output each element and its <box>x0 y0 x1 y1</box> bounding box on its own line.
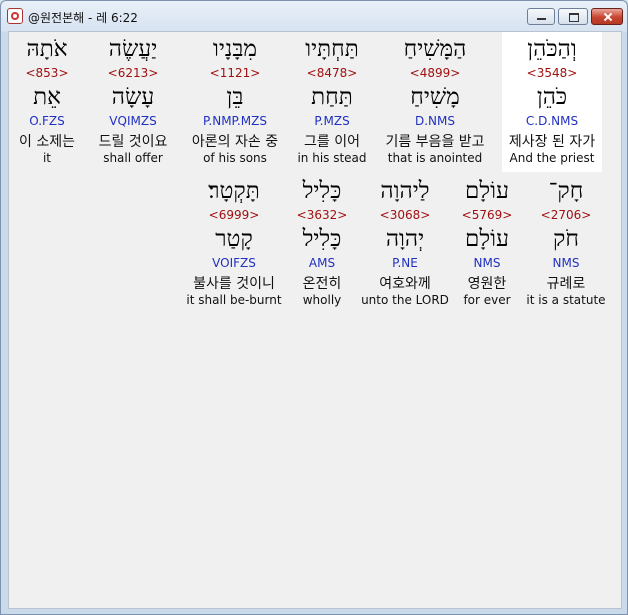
parsing-code: VQIMZS <box>109 114 157 128</box>
word-cell[interactable]: וְהַכֹּהֵן <3548> כֹּהֵן C.D.NMS 제사장 된 자… <box>502 32 602 172</box>
strong-number[interactable]: <3632> <box>272 208 372 222</box>
korean-gloss: 제사장 된 자가 <box>508 134 596 150</box>
app-window: @원전본해 - 레 6:22 וְהַכֹּהֵן <3548> כֹּהֵן … <box>0 0 628 615</box>
interlinear-panel: וְהַכֹּהֵן <3548> כֹּהֵן C.D.NMS 제사장 된 자… <box>8 31 622 609</box>
hebrew-root: כֹּהֵן <box>536 84 568 110</box>
app-icon[interactable] <box>7 8 23 24</box>
hebrew-word: תַּחְתָּיו <box>305 36 359 62</box>
strong-number[interactable]: <853> <box>1 66 97 80</box>
hebrew-root: קָטַר <box>215 226 253 252</box>
title-bar[interactable]: @원전본해 - 레 6:22 <box>1 1 627 31</box>
hebrew-word: הַמָּשִׁיחַ <box>403 36 467 62</box>
window-title: @원전본해 - 레 6:22 <box>28 11 138 25</box>
parsing-code: D.NMS <box>414 114 455 128</box>
english-gloss: of his sons <box>203 151 267 165</box>
korean-gloss: 이 소제는 <box>19 134 75 150</box>
hebrew-root: אֵת <box>33 84 61 110</box>
word-cell[interactable]: הַמָּשִׁיחַ <4899> מָשִׁיחַ D.NMS 기름 부음을… <box>385 32 485 172</box>
hebrew-word: אֹתָהּ <box>26 36 68 62</box>
hebrew-root: בֵּן <box>226 84 244 110</box>
strong-number[interactable]: <4899> <box>385 66 485 80</box>
korean-gloss: 아론의 자손 중 <box>191 134 279 150</box>
hebrew-word: כָּלִיל <box>302 178 342 204</box>
word-cell[interactable]: תָּקְטָר׃ <6999> קָטַר VOIFZS 불사를 것이니 it… <box>184 174 284 314</box>
english-gloss: that is anointed <box>387 151 483 165</box>
hebrew-word: יַעֲשֶׂה <box>108 36 158 62</box>
parsing-code: O.FZS <box>29 114 65 128</box>
english-gloss: it <box>42 151 52 165</box>
hebrew-word: מִבָּנָיו <box>212 36 258 62</box>
minimize-button[interactable] <box>527 8 555 25</box>
close-button[interactable] <box>591 8 623 25</box>
hebrew-root: מָשִׁיחַ <box>410 84 460 110</box>
parsing-code: VOIFZS <box>212 256 256 270</box>
hebrew-word: וְהַכֹּהֵן <box>527 36 577 62</box>
parsing-code: P.NMP.MZS <box>203 114 267 128</box>
word-cell[interactable]: מִבָּנָיו <1121> בֵּן P.NMP.MZS 아론의 자손 중… <box>185 32 285 172</box>
parsing-code: AMS <box>308 256 336 270</box>
hebrew-root: כָּלִיל <box>302 226 342 252</box>
hebrew-root: תַּחַת <box>311 84 353 110</box>
word-cell[interactable]: תַּחְתָּיו <8478> תַּחַת P.MZS 그를 이어 in … <box>282 32 382 172</box>
strong-number[interactable]: <8478> <box>282 66 382 80</box>
parsing-code: P.MZS <box>314 114 350 128</box>
word-cell[interactable]: אֹתָהּ <853> אֵת O.FZS 이 소제는 it <box>1 32 97 172</box>
hebrew-word: תָּקְטָר׃ <box>208 178 260 204</box>
strong-number[interactable]: <1121> <box>185 66 285 80</box>
english-gloss: And the priest <box>509 151 595 165</box>
hebrew-root: עָשָׂה <box>111 84 155 110</box>
korean-gloss: 기름 부음을 받고 <box>385 134 485 150</box>
english-gloss: it shall be-burnt <box>186 293 282 307</box>
parsing-code: C.D.NMS <box>525 114 579 128</box>
maximize-button[interactable] <box>558 8 588 25</box>
strong-number[interactable]: <3548> <box>502 66 602 80</box>
korean-gloss: 불사를 것이니 <box>193 276 275 292</box>
strong-number[interactable]: <6213> <box>83 66 183 80</box>
strong-number[interactable]: <6999> <box>184 208 284 222</box>
